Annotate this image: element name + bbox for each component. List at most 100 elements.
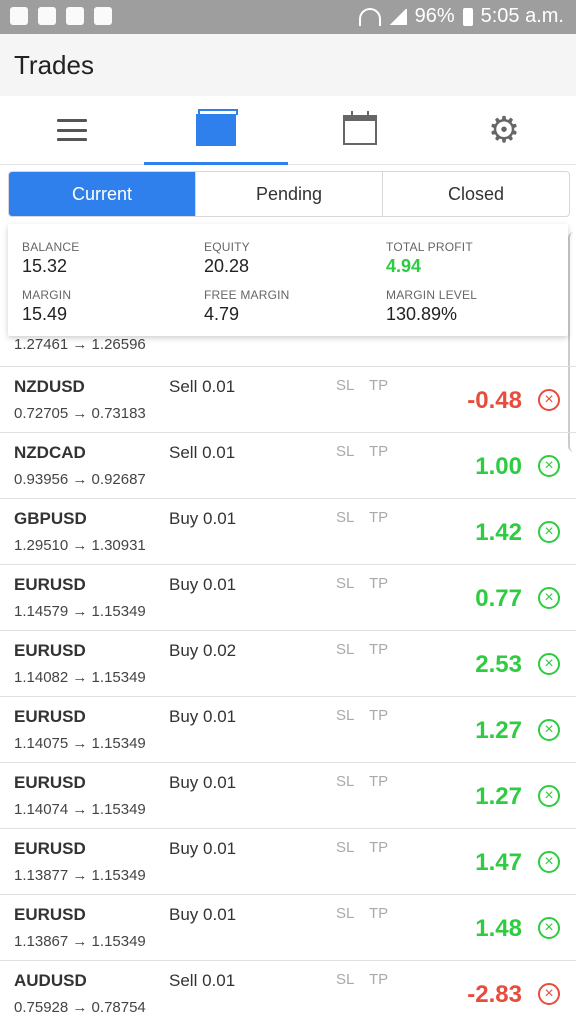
stop-loss-label: SL xyxy=(336,443,355,460)
close-circle-icon[interactable]: × xyxy=(538,917,560,939)
trade-side: Buy 0.01 xyxy=(169,773,237,792)
wifi-icon xyxy=(358,7,381,26)
folder-icon xyxy=(196,109,238,146)
close-circle-icon[interactable]: × xyxy=(538,983,560,1005)
mail-icon xyxy=(94,7,112,25)
stop-loss-label: SL xyxy=(336,641,355,658)
trade-symbol: EURUSD xyxy=(14,905,86,924)
take-profit-label: TP xyxy=(369,509,389,526)
trade-profit: 1.00 xyxy=(475,453,522,480)
account-summary: BALANCE 15.32 EQUITY 20.28 TOTAL PROFIT … xyxy=(8,224,568,336)
tab-settings[interactable]: ⚙ xyxy=(432,96,576,164)
close-circle-icon[interactable]: × xyxy=(538,653,560,675)
trade-row[interactable]: NZDUSD 0.72705 → 0.73183 Sell 0.01 SL TP… xyxy=(0,366,576,432)
trade-profit: 2.53 xyxy=(475,651,522,678)
take-profit-label: TP xyxy=(369,377,389,394)
trade-side: Buy 0.01 xyxy=(169,839,237,858)
trade-prices: 1.13877 → 1.15349 xyxy=(14,867,146,884)
equity-value: 20.28 xyxy=(204,256,250,276)
tab-bar: ⚙ xyxy=(0,96,576,165)
trade-row[interactable]: EURUSD 1.14579 → 1.15349 Buy 0.01 SL TP … xyxy=(0,564,576,630)
take-profit-label: TP xyxy=(369,905,389,922)
stop-loss-label: SL xyxy=(336,575,355,592)
stop-loss-label: SL xyxy=(336,905,355,922)
trade-profit: 1.47 xyxy=(475,849,522,876)
trade-row[interactable]: EURUSD 1.13867 → 1.15349 Buy 0.01 SL TP … xyxy=(0,894,576,960)
total-profit-value: 4.94 xyxy=(386,256,422,276)
close-circle-icon[interactable]: × xyxy=(538,455,560,477)
clock: 5:05 a.m. xyxy=(480,5,564,27)
take-profit-label: TP xyxy=(369,641,389,658)
margin-level-stat: MARGIN LEVEL 130.89% xyxy=(386,288,477,325)
calendar-icon xyxy=(343,111,377,145)
trade-side: Buy 0.01 xyxy=(169,509,237,528)
trades-list: NZDUSD 0.72705 → 0.73183 Sell 0.01 SL TP… xyxy=(0,366,576,1026)
trade-row[interactable]: AUDUSD 0.75928 → 0.78754 Sell 0.01 SL TP… xyxy=(0,960,576,1026)
stop-loss-label: SL xyxy=(336,377,355,394)
close-circle-icon[interactable]: × xyxy=(538,389,560,411)
take-profit-label: TP xyxy=(369,839,389,856)
stop-loss-label: SL xyxy=(336,839,355,856)
margin-level-label: MARGIN LEVEL xyxy=(386,288,478,302)
trade-row[interactable]: EURUSD 1.13877 → 1.15349 Buy 0.01 SL TP … xyxy=(0,828,576,894)
trade-profit: 1.27 xyxy=(475,783,522,810)
trade-profit: 1.42 xyxy=(475,519,522,546)
notification-icon xyxy=(10,7,28,25)
trade-side: Sell 0.01 xyxy=(169,377,236,396)
trade-prices: 0.93956 → 0.92687 xyxy=(14,471,146,488)
margin-level-value: 130.89% xyxy=(386,304,458,324)
app-bar: Trades xyxy=(0,34,576,96)
trade-profit: 1.48 xyxy=(475,915,522,942)
trade-side: Sell 0.01 xyxy=(169,971,236,990)
status-bar: 96% 5:05 a.m. xyxy=(0,0,576,34)
trade-row[interactable]: EURUSD 1.14074 → 1.15349 Buy 0.01 SL TP … xyxy=(0,762,576,828)
trade-row[interactable]: EURUSD 1.14075 → 1.15349 Buy 0.01 SL TP … xyxy=(0,696,576,762)
trade-side: Buy 0.02 xyxy=(169,641,237,660)
margin-label: MARGIN xyxy=(22,288,72,302)
chat-icon xyxy=(38,7,56,25)
gear-icon: ⚙ xyxy=(487,109,521,150)
segment-closed[interactable]: Closed xyxy=(382,172,569,216)
trade-profit: -2.83 xyxy=(467,981,522,1008)
balance-label: BALANCE xyxy=(22,240,80,254)
stop-loss-label: SL xyxy=(336,707,355,724)
apple-icon xyxy=(66,7,84,25)
total-profit-stat: TOTAL PROFIT 4.94 xyxy=(386,240,473,277)
segment-pending[interactable]: Pending xyxy=(195,172,382,216)
close-circle-icon[interactable]: × xyxy=(538,521,560,543)
close-circle-icon[interactable]: × xyxy=(538,851,560,873)
tab-calendar[interactable] xyxy=(288,96,432,164)
trade-row[interactable]: NZDCAD 0.93956 → 0.92687 Sell 0.01 SL TP… xyxy=(0,432,576,498)
partially-hidden-row-prices: 1.27461 → 1.26596 xyxy=(14,336,146,353)
equity-stat: EQUITY 20.28 xyxy=(204,240,250,277)
tab-trades[interactable] xyxy=(144,96,288,165)
trade-prices: 1.14579 → 1.15349 xyxy=(14,603,146,620)
trade-prices: 0.72705 → 0.73183 xyxy=(14,405,146,422)
free-margin-stat: FREE MARGIN 4.79 xyxy=(204,288,290,325)
trade-symbol: AUDUSD xyxy=(14,971,87,990)
equity-label: EQUITY xyxy=(204,240,250,254)
trade-symbol: GBPUSD xyxy=(14,509,87,528)
close-circle-icon[interactable]: × xyxy=(538,785,560,807)
take-profit-label: TP xyxy=(369,773,389,790)
menu-icon xyxy=(57,119,87,141)
trade-symbol: NZDCAD xyxy=(14,443,86,462)
margin-value: 15.49 xyxy=(22,304,68,324)
stop-loss-label: SL xyxy=(336,971,355,988)
trade-row[interactable]: GBPUSD 1.29510 → 1.30931 Buy 0.01 SL TP … xyxy=(0,498,576,564)
trade-profit: -0.48 xyxy=(467,387,522,414)
trade-symbol: EURUSD xyxy=(14,641,86,660)
trade-row[interactable]: EURUSD 1.14082 → 1.15349 Buy 0.02 SL TP … xyxy=(0,630,576,696)
close-circle-icon[interactable]: × xyxy=(538,587,560,609)
take-profit-label: TP xyxy=(369,971,389,988)
segment-current[interactable]: Current xyxy=(9,172,195,216)
take-profit-label: TP xyxy=(369,575,389,592)
trade-symbol: EURUSD xyxy=(14,839,86,858)
tab-menu[interactable] xyxy=(0,96,144,164)
page-title: Trades xyxy=(14,50,94,80)
close-circle-icon[interactable]: × xyxy=(538,719,560,741)
trade-symbol: NZDUSD xyxy=(14,377,85,396)
trade-prices: 0.75928 → 0.78754 xyxy=(14,999,146,1016)
take-profit-label: TP xyxy=(369,443,389,460)
battery-icon xyxy=(462,7,473,26)
